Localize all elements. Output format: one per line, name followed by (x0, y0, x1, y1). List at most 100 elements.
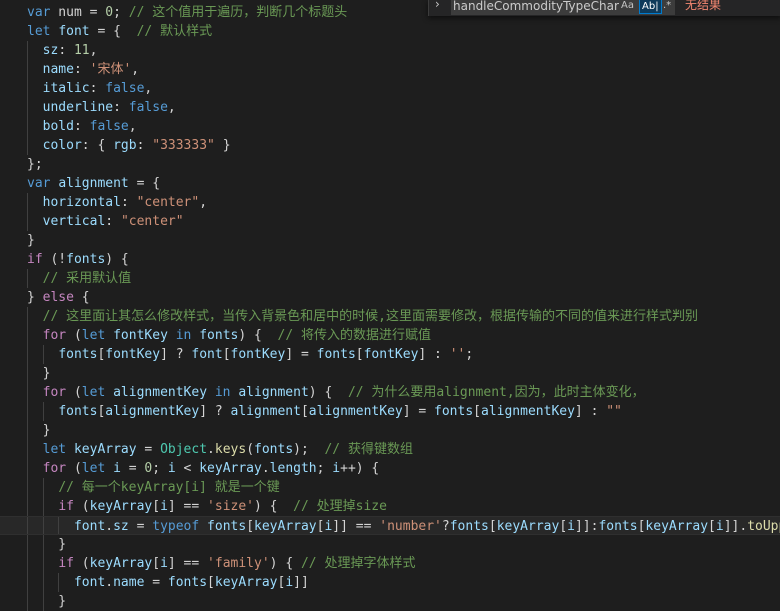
code-line[interactable]: font.name = fonts[keyArray[i]] (0, 573, 780, 592)
code-line[interactable]: for (let alignmentKey in alignment) { //… (0, 383, 780, 402)
code-token: } (27, 537, 67, 552)
code-token: ( (73, 499, 90, 514)
code-line[interactable]: // 每一个keyArray[i] 就是一个键 (0, 478, 780, 497)
code-token: vertical (42, 214, 106, 229)
code-line[interactable]: name: '宋体', (0, 60, 780, 79)
code-token: let (81, 385, 106, 400)
code-token: in (214, 385, 231, 400)
code-text: var num = 0; // 这个值用于遍历，判断几个标题头 (27, 3, 347, 22)
code-line[interactable]: for (let i = 0; i < keyArray.length; i++… (0, 459, 780, 478)
code-line[interactable]: font.sz = typeof fonts[keyArray[i]] == '… (0, 516, 780, 535)
code-token: , (89, 43, 98, 58)
code-token: false (89, 119, 129, 134)
code-token: sz (113, 519, 129, 534)
code-line[interactable]: }; (0, 155, 780, 174)
code-token: fontKey (230, 347, 286, 362)
code-text: for (let alignmentKey in alignment) { //… (27, 383, 645, 402)
code-token: false (128, 100, 168, 115)
code-line[interactable]: for (let fontKey in fonts) { // 将传入的数据进行… (0, 326, 780, 345)
code-line[interactable]: } (0, 535, 780, 554)
code-text: font.sz = typeof fonts[keyArray[i]] == '… (27, 517, 780, 534)
match-whole-word-button[interactable]: Ab| (639, 0, 662, 14)
code-token: = (144, 575, 168, 590)
code-line[interactable]: } (0, 364, 780, 383)
code-token: alignmentKey (113, 385, 208, 400)
code-line[interactable]: sz: 11, (0, 41, 780, 60)
code-token: ; (113, 5, 129, 20)
code-line[interactable]: let font = { // 默认样式 (0, 22, 780, 41)
code-token: // 获得键数组 (324, 442, 413, 457)
chevron-right-icon[interactable]: › (435, 0, 440, 11)
code-token: } (27, 290, 43, 305)
code-token: i (332, 461, 341, 476)
code-line[interactable]: horizontal: "center", (0, 193, 780, 212)
code-line[interactable]: fonts[alignmentKey] ? alignment[alignmen… (0, 402, 780, 421)
code-token: i (167, 461, 176, 476)
code-line[interactable]: underline: false, (0, 98, 780, 117)
code-line[interactable]: // 这里面让其怎么修改样式，当传入背景色和居中的时候,这里面需要修改，根据传输… (0, 307, 780, 326)
code-line[interactable]: } (0, 421, 780, 440)
code-text: } (27, 592, 66, 611)
code-token: // 将传入的数据进行赋值 (277, 328, 431, 343)
code-token: = { (89, 24, 137, 39)
code-text: vertical: "center" (27, 212, 184, 231)
code-line[interactable]: vertical: "center" (0, 212, 780, 231)
code-text: horizontal: "center", (27, 193, 207, 212)
code-token: , (199, 195, 208, 210)
code-editor[interactable]: var num = 0; // 这个值用于遍历，判断几个标题头 let font … (0, 0, 780, 611)
code-token: ) { (238, 328, 278, 343)
code-line[interactable]: fonts[fontKey] ? font[fontKey] = fonts[f… (0, 345, 780, 364)
code-token: fonts (199, 328, 239, 343)
code-line[interactable]: } (0, 592, 780, 611)
code-token: bold (42, 119, 74, 134)
code-line[interactable]: } (0, 231, 780, 250)
code-token: ) { (254, 499, 294, 514)
code-token: ] ? (199, 404, 231, 419)
code-line[interactable]: // 采用默认值 (0, 269, 780, 288)
code-text: } (27, 535, 66, 554)
code-token: "center" (136, 195, 200, 210)
code-text: name: '宋体', (27, 60, 139, 79)
code-token: ( (66, 328, 82, 343)
code-line[interactable]: if (!fonts) { (0, 250, 780, 269)
code-line[interactable]: bold: false, (0, 117, 780, 136)
code-token: , (131, 62, 140, 77)
code-token: } (27, 423, 51, 438)
code-line[interactable]: } else { (0, 288, 780, 307)
code-token: font (58, 24, 90, 39)
code-token: for (42, 385, 67, 400)
code-token: [ (246, 519, 255, 534)
regex-button[interactable]: .* (661, 0, 673, 14)
code-text: underline: false, (27, 98, 176, 117)
code-token: "" (606, 404, 622, 419)
code-line[interactable]: color: { rgb: "333333" } (0, 136, 780, 155)
code-text: color: { rgb: "333333" } (27, 136, 231, 155)
code-token: [ (708, 519, 716, 534)
find-widget: › Aa Ab| .* 无结果 (428, 0, 780, 16)
code-token: "center" (120, 214, 184, 229)
code-line[interactable]: if (keyArray[i] == 'family') { // 处理掉字体样… (0, 554, 780, 573)
code-token: "333333" (152, 138, 215, 153)
code-token: [ (473, 404, 481, 419)
code-token: var (27, 5, 51, 20)
code-token: i (567, 519, 575, 534)
code-line[interactable]: italic: false, (0, 79, 780, 98)
code-line[interactable]: var alignment = { (0, 174, 780, 193)
code-line[interactable]: let keyArray = Object.keys(fonts); // 获得… (0, 440, 780, 459)
code-token: ] ? (160, 347, 192, 362)
code-token: ( (66, 461, 82, 476)
code-token: alignmentKey (308, 404, 403, 419)
code-token: font (73, 575, 106, 590)
match-case-button[interactable]: Aa (619, 0, 636, 14)
code-token: keyArray (199, 461, 262, 476)
code-token: alignmentKey (481, 404, 575, 419)
code-token: : (73, 62, 90, 77)
code-token: length (269, 461, 317, 476)
code-line[interactable]: if (keyArray[i] == 'size') { // 处理掉size (0, 497, 780, 516)
